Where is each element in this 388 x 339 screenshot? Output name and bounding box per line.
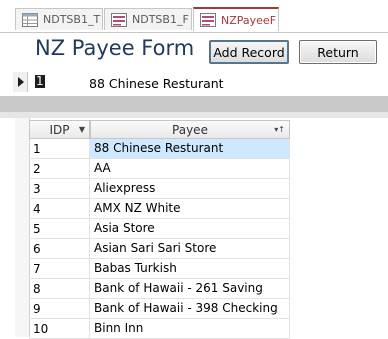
column-header-payee[interactable]: Payee ▾↑ bbox=[90, 120, 290, 139]
return-button[interactable]: Return bbox=[299, 40, 377, 64]
table-icon bbox=[22, 12, 38, 27]
table-row[interactable]: 1 88 Chinese Resturant bbox=[29, 139, 290, 159]
tab-label: NDTSB1_F bbox=[132, 13, 189, 26]
cell-payee[interactable]: Binn Inn bbox=[90, 319, 290, 338]
form-icon bbox=[200, 13, 216, 27]
tab-ndtsb1-f[interactable]: NDTSB1_F bbox=[104, 8, 192, 30]
tab-ndtsb1-t[interactable]: NDTSB1_T bbox=[15, 8, 103, 30]
payee-datasheet: IDP ▼ Payee ▾↑ 1 88 Chinese Resturant 2 AA… bbox=[0, 118, 388, 339]
add-record-button[interactable]: Add Record bbox=[209, 40, 289, 64]
current-record-arrow-icon bbox=[18, 77, 24, 87]
table-row[interactable]: 10 Binn Inn bbox=[29, 319, 290, 339]
form-header: NZ Payee Form Add Record Return bbox=[0, 33, 388, 71]
cell-idp[interactable]: 9 bbox=[33, 302, 41, 316]
cell-idp[interactable]: 4 bbox=[33, 202, 41, 216]
row-selector-column[interactable] bbox=[15, 118, 30, 337]
cell-idp[interactable]: 10 bbox=[33, 322, 48, 336]
cell-payee[interactable]: Aliexpress bbox=[90, 179, 290, 198]
cell-payee[interactable]: Asia Store bbox=[90, 219, 290, 238]
record-selector[interactable] bbox=[13, 72, 28, 92]
form-icon bbox=[111, 12, 127, 27]
table-row[interactable]: 7 Babas Turkish bbox=[29, 259, 290, 279]
cell-payee[interactable]: 88 Chinese Resturant bbox=[90, 139, 290, 158]
tab-label: NDTSB1_T bbox=[43, 13, 101, 26]
cell-idp[interactable]: 3 bbox=[33, 182, 41, 196]
cell-payee[interactable]: Bank of Hawaii - 261 Saving bbox=[90, 279, 290, 298]
column-header-label: IDP bbox=[49, 122, 70, 137]
datasheet-rows: 1 88 Chinese Resturant 2 AA 3 Aliexpress 4 A… bbox=[29, 139, 290, 339]
cell-idp[interactable]: 6 bbox=[33, 242, 41, 256]
cell-payee[interactable]: Bank of Hawaii - 398 Checking bbox=[90, 299, 290, 318]
column-header-label: Payee bbox=[172, 122, 208, 137]
current-record: 1 88 Chinese Resturant bbox=[0, 72, 388, 94]
tab-nzpayeef[interactable]: NZPayeeF bbox=[193, 7, 279, 31]
table-row[interactable]: 2 AA bbox=[29, 159, 290, 179]
sort-dropdown-icon[interactable]: ▼ bbox=[79, 125, 85, 134]
sort-ascending-icon[interactable]: ▾↑ bbox=[274, 125, 285, 134]
tab-label: NZPayeeF bbox=[221, 13, 277, 27]
cell-idp[interactable]: 5 bbox=[33, 222, 41, 236]
column-header-idp[interactable]: IDP ▼ bbox=[29, 120, 90, 139]
table-row[interactable]: 9 Bank of Hawaii - 398 Checking bbox=[29, 299, 290, 319]
record-id-field[interactable]: 1 bbox=[35, 75, 45, 88]
table-row[interactable]: 6 Asian Sari Sari Store bbox=[29, 239, 290, 259]
cell-payee[interactable]: Asian Sari Sari Store bbox=[90, 239, 290, 258]
cell-idp[interactable]: 7 bbox=[33, 262, 41, 276]
record-payee-field[interactable]: 88 Chinese Resturant bbox=[89, 76, 224, 91]
section-divider bbox=[0, 96, 388, 112]
cell-idp[interactable]: 8 bbox=[33, 282, 41, 296]
table-row[interactable]: 5 Asia Store bbox=[29, 219, 290, 239]
cell-payee[interactable]: AMX NZ White bbox=[90, 199, 290, 218]
table-row[interactable]: 4 AMX NZ White bbox=[29, 199, 290, 219]
cell-idp[interactable]: 2 bbox=[33, 162, 41, 176]
cell-payee[interactable]: Babas Turkish bbox=[90, 259, 290, 278]
cell-idp[interactable]: 1 bbox=[33, 142, 41, 156]
document-tab-strip: NDTSB1_T NDTSB1_F NZPayeeF bbox=[0, 0, 388, 33]
table-row[interactable]: 3 Aliexpress bbox=[29, 179, 290, 199]
cell-payee[interactable]: AA bbox=[90, 159, 290, 178]
form-title: NZ Payee Form bbox=[35, 36, 195, 60]
table-row[interactable]: 8 Bank of Hawaii - 261 Saving bbox=[29, 279, 290, 299]
